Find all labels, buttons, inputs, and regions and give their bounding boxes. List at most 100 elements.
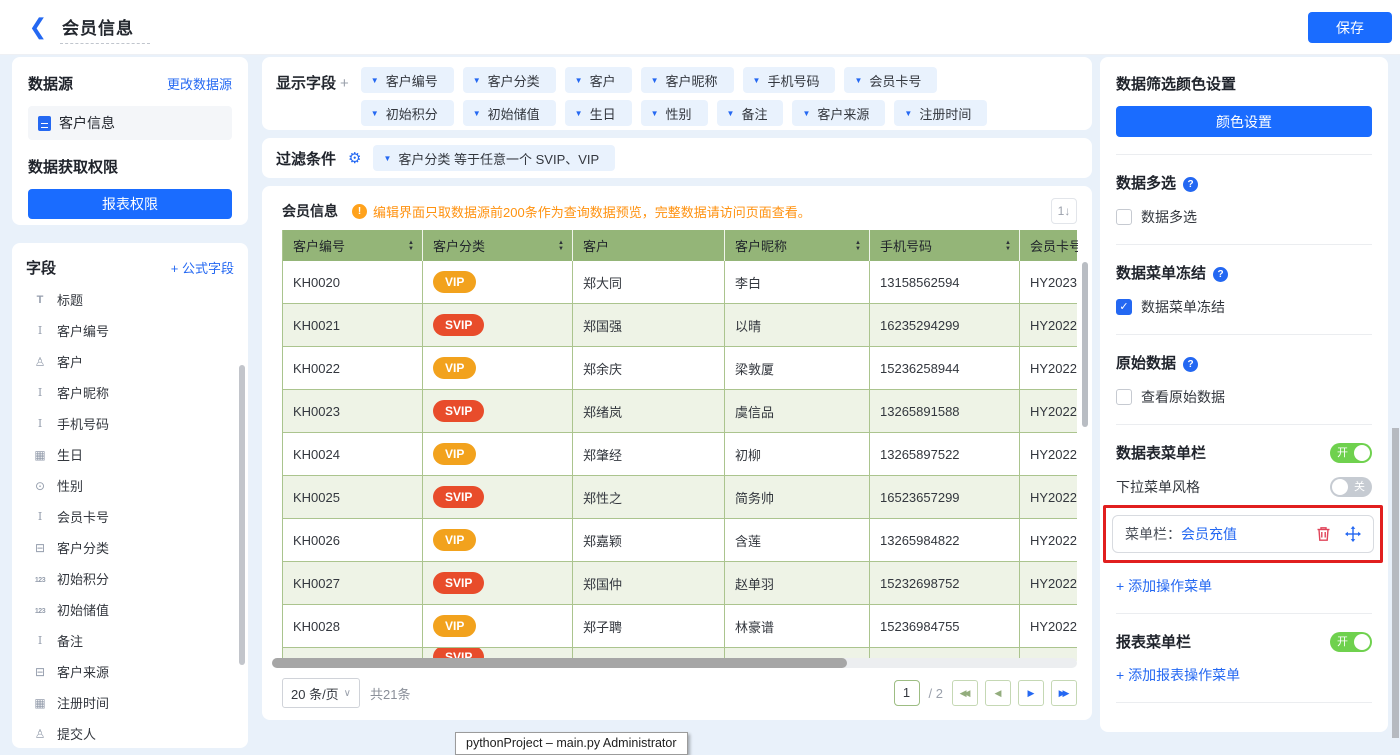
next-page-button[interactable]: ▶ (1018, 680, 1044, 706)
field-chip[interactable]: ▼性别 (641, 100, 708, 126)
field-chip-label: 客户来源 (817, 104, 869, 123)
cell-phone: 15236984755 (870, 605, 1020, 647)
field-item[interactable]: 注册时间 (26, 687, 234, 718)
color-setting-button[interactable]: 颜色设置 (1116, 106, 1372, 137)
trash-icon[interactable] (1316, 526, 1331, 542)
field-type-icon (32, 541, 48, 555)
field-list: 标题 客户编号 客户 客户昵称 (26, 284, 234, 749)
cell-member-card: HY2023 (1020, 261, 1078, 303)
field-chip[interactable]: ▼客户编号 (361, 67, 454, 93)
gear-icon[interactable]: ⚙ (348, 149, 361, 167)
menu-freeze-checkbox-row[interactable]: ✓ 数据菜单冻结 (1116, 297, 1372, 317)
field-item[interactable]: 手机号码 (26, 408, 234, 439)
field-item[interactable]: 提交人 (26, 718, 234, 749)
field-item[interactable]: 客户 (26, 346, 234, 377)
add-display-field-icon[interactable]: + (340, 75, 349, 92)
field-item[interactable]: 客户分类 (26, 532, 234, 563)
chevron-down-icon: ▼ (371, 109, 379, 118)
sort-arrows-icon[interactable]: ▲▼ (408, 240, 414, 252)
field-type-icon (32, 727, 48, 741)
back-icon[interactable]: ❮ (26, 15, 50, 39)
field-chip-label: 会员卡号 (869, 71, 921, 90)
field-item[interactable]: 性别 (26, 470, 234, 501)
field-chip-label: 生日 (590, 104, 616, 123)
checkbox[interactable] (1116, 389, 1132, 405)
fields-scrollbar[interactable] (239, 365, 245, 665)
field-item[interactable]: 标题 (26, 284, 234, 315)
field-chip[interactable]: ▼会员卡号 (844, 67, 937, 93)
save-button[interactable]: 保存 (1308, 12, 1392, 43)
field-item[interactable]: 备注 (26, 625, 234, 656)
cell-nickname: 简务帅 (725, 476, 870, 518)
field-item[interactable]: 客户昵称 (26, 377, 234, 408)
field-chip-label: 手机号码 (767, 71, 819, 90)
raw-data-checkbox-row[interactable]: 查看原始数据 (1116, 387, 1372, 407)
page-scrollbar[interactable] (1392, 428, 1399, 738)
annotation-highlight-box: 菜单栏： 会员充值 (1103, 505, 1383, 563)
chevron-down-icon: ▼ (371, 76, 379, 85)
menu-bar-item[interactable]: 菜单栏： 会员充值 (1112, 515, 1374, 553)
field-chip[interactable]: ▼手机号码 (743, 67, 836, 93)
report-menubar-toggle[interactable]: 开 (1330, 632, 1372, 652)
field-chip[interactable]: ▼初始积分 (361, 100, 454, 126)
field-item[interactable]: 客户编号 (26, 315, 234, 346)
chevron-down-icon: ▼ (383, 154, 391, 163)
display-chips-row2: ▼初始积分 ▼初始储值 ▼生日 ▼性别 ▼备注 ▼客户来源 ▼注册时间 (361, 100, 988, 126)
field-label: 初始积分 (57, 569, 109, 588)
help-icon[interactable]: ? (1183, 357, 1198, 372)
type-badge: VIP (433, 615, 476, 637)
field-chip[interactable]: ▼客户 (565, 67, 632, 93)
checkbox[interactable] (1116, 209, 1132, 225)
field-label: 生日 (57, 445, 83, 464)
field-chip[interactable]: ▼备注 (717, 100, 784, 126)
add-action-menu-link[interactable]: + 添加操作菜单 (1116, 576, 1372, 596)
field-item[interactable]: 初始积分 (26, 563, 234, 594)
filter-chip[interactable]: ▼客户分类 等于任意一个 SVIP、VIP (373, 145, 615, 171)
field-item[interactable]: 会员卡号 (26, 501, 234, 532)
formula-field-link[interactable]: + 公式字段 (171, 258, 234, 277)
field-chip[interactable]: ▼生日 (565, 100, 632, 126)
menu-item-value[interactable]: 会员充值 (1181, 524, 1237, 544)
field-item[interactable]: 初始储值 (26, 594, 234, 625)
cell-customer-id: KH0021 (283, 304, 423, 346)
report-permission-button[interactable]: 报表权限 (28, 189, 232, 219)
type-badge: VIP (433, 357, 476, 379)
field-chip-label: 性别 (666, 104, 692, 123)
field-chip[interactable]: ▼客户昵称 (641, 67, 734, 93)
dropdown-style-toggle[interactable]: 关 (1330, 477, 1372, 497)
help-icon[interactable]: ? (1183, 177, 1198, 192)
cell-nickname: 虞信品 (725, 390, 870, 432)
sort-arrows-icon[interactable]: ▲▼ (855, 240, 861, 252)
horizontal-scrollbar[interactable] (272, 658, 847, 668)
field-chip[interactable]: ▼客户分类 (463, 67, 556, 93)
divider (1116, 334, 1372, 335)
field-chip[interactable]: ▼客户来源 (792, 100, 885, 126)
checkbox[interactable]: ✓ (1116, 299, 1132, 315)
column-header-label: 手机号码 (880, 236, 932, 255)
type-badge: SVIP (433, 314, 484, 336)
multi-select-checkbox-row[interactable]: 数据多选 (1116, 207, 1372, 227)
field-chip[interactable]: ▼初始储值 (463, 100, 556, 126)
vertical-scrollbar[interactable] (1082, 262, 1088, 427)
table-menubar-toggle[interactable]: 开 (1330, 443, 1372, 463)
field-item[interactable]: 生日 (26, 439, 234, 470)
column-header: 会员卡号 ▲▼ (1020, 230, 1078, 261)
field-chip[interactable]: ▼注册时间 (894, 100, 987, 126)
sort-arrows-icon[interactable]: ▲▼ (1005, 240, 1011, 252)
last-page-button[interactable]: ▶▶ (1051, 680, 1077, 706)
sort-arrows-icon[interactable]: ▲▼ (558, 240, 564, 252)
row-sort-icon[interactable]: 1↓ (1051, 198, 1077, 224)
field-label: 客户分类 (57, 538, 109, 557)
current-page-input[interactable]: 1 (894, 680, 920, 706)
add-report-action-menu-link[interactable]: + 添加报表操作菜单 (1116, 665, 1372, 685)
move-icon[interactable] (1345, 526, 1361, 542)
page-size-select[interactable]: 20 条/页 ∨ (282, 678, 360, 708)
datasource-item[interactable]: 客户信息 (28, 106, 232, 140)
field-type-icon (32, 417, 48, 430)
cell-customer-id: KH0028 (283, 605, 423, 647)
first-page-button[interactable]: ◀◀ (952, 680, 978, 706)
help-icon[interactable]: ? (1213, 267, 1228, 282)
change-datasource-link[interactable]: 更改数据源 (167, 74, 232, 93)
field-item[interactable]: 客户来源 (26, 656, 234, 687)
prev-page-button[interactable]: ◀ (985, 680, 1011, 706)
